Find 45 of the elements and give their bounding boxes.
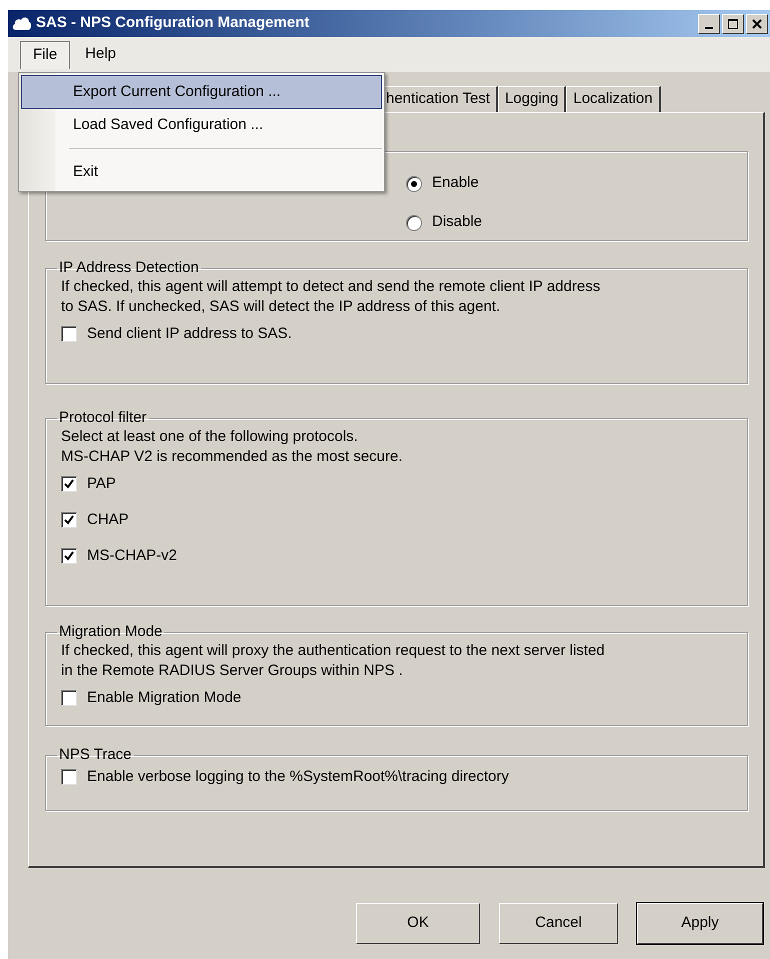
checkmark-icon	[64, 551, 74, 561]
radio-label: Disable	[432, 212, 482, 232]
group-title: IP Address Detection	[58, 259, 200, 277]
checkbox-label: PAP	[87, 474, 116, 494]
group-title: Migration Mode	[58, 623, 164, 641]
dialog-button[interactable]: Apply	[637, 903, 763, 944]
group-title: NPS Trace	[58, 746, 133, 764]
checkbox-label: MS-CHAP-v2	[87, 546, 178, 566]
maximize-icon	[728, 18, 738, 28]
group-description: If checked, this agent will attempt to detect and send the remote client IP address to SAS. If unchecked, SAS will detect the IP address of this agent.	[61, 277, 602, 317]
group-title: Protocol filter	[58, 409, 148, 427]
menu-item[interactable]: Help	[72, 40, 130, 68]
dialog-button[interactable]: OK	[356, 903, 480, 944]
checkbox[interactable]	[61, 326, 77, 342]
checkbox-label: Enable verbose logging to the %SystemRoot%\tracing directory	[87, 766, 509, 787]
tab[interactable]: Logging	[498, 86, 566, 112]
checkbox[interactable]	[61, 769, 77, 785]
checkbox[interactable]	[61, 512, 77, 528]
window-title: SAS - NPS Configuration Management	[36, 13, 310, 34]
checkmark-icon	[64, 515, 74, 525]
close-icon	[752, 18, 762, 28]
group-description: If checked, this agent will proxy the authentication request to the next server listed in the Remote RADIUS Server Groups within NPS .	[61, 641, 606, 681]
radio-button[interactable]	[406, 176, 422, 192]
tab[interactable]: hentication Test	[384, 86, 498, 112]
minimize-button[interactable]	[698, 14, 720, 34]
checkbox[interactable]	[61, 548, 77, 564]
checkbox[interactable]	[61, 476, 77, 492]
checkbox-label: Enable Migration Mode	[87, 688, 242, 708]
maximize-button[interactable]	[722, 14, 744, 34]
tab[interactable]: Localization	[566, 86, 661, 112]
radio-label: Enable	[432, 173, 479, 194]
close-button[interactable]	[746, 14, 768, 34]
menu-entry[interactable]: Export Current Configuration ...	[21, 75, 382, 109]
menu-entry[interactable]: Exit	[21, 155, 382, 189]
cloud-logo-icon	[12, 16, 32, 32]
minimize-icon	[705, 26, 713, 28]
checkmark-icon	[64, 479, 74, 489]
dialog-button[interactable]: Cancel	[499, 903, 618, 944]
checkbox[interactable]	[61, 690, 77, 706]
group-description: Select at least one of the following protocols. MS-CHAP V2 is recommended as the most secure.	[61, 427, 404, 467]
menu-item[interactable]: File	[20, 40, 70, 68]
checkbox-label: CHAP	[87, 510, 129, 530]
menu-entry[interactable]: Load Saved Configuration ...	[21, 108, 382, 142]
radio-button[interactable]	[406, 214, 422, 230]
checkbox-label: Send client IP address to SAS.	[87, 324, 292, 344]
